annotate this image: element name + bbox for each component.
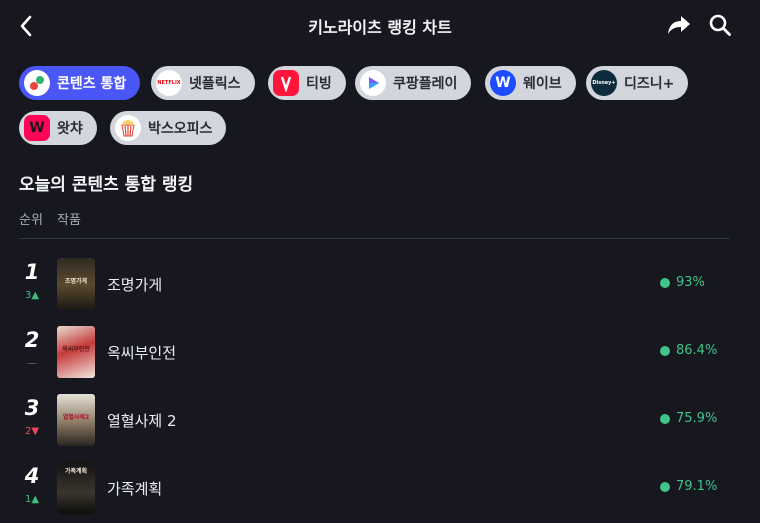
search-button[interactable] [705,10,735,40]
combined-logo-icon [24,70,50,96]
column-header-rank: 순위 [19,213,43,228]
chip-watcha[interactable]: W 왓챠 [19,111,97,145]
chip-label: 웨이브 [523,76,562,92]
title-text: 옥씨부인전 [107,344,177,362]
score-value: 79.1% [676,479,718,494]
chip-tving[interactable]: 티빙 [268,66,346,100]
title-text: 조명가게 [107,276,163,294]
share-button[interactable] [664,10,694,40]
ranking-row[interactable]: 4 1▲ 가족계획 가족계획 79.1% [19,462,730,523]
poster-thumbnail: 조명가게 [57,258,95,310]
poster-title: 열혈사제2 [62,414,90,421]
score: 86.4% [660,343,730,358]
poster-title: 가족계획 [64,468,88,475]
ranking-row[interactable]: 3 2▼ 열혈사제2 열혈사제 2 75.9% [19,394,730,458]
score-value: 75.9% [676,411,718,426]
score-value: 93% [676,275,705,290]
chip-label: 콘텐츠 통합 [57,76,127,92]
score: 93% [660,275,730,290]
poster-title: 옥씨부인전 [62,346,90,353]
rank-change: 2▼ [24,426,40,437]
chip-coupangplay[interactable]: 쿠팡플레이 [355,66,472,100]
disneyplus-logo-text: Disney+ [592,80,616,86]
chip-wavve[interactable]: W 웨이브 [485,66,576,100]
watcha-logo-icon: W [24,115,50,141]
score-dot-icon [660,277,670,288]
title-text: 가족계획 [107,480,163,498]
poster-thumbnail: 가족계획 [57,462,95,514]
page-title: 키노라이츠 랭킹 차트 [308,18,452,37]
score: 75.9% [660,411,730,426]
wavve-logo-icon: W [490,70,516,96]
boxoffice-logo-icon [115,115,141,141]
score-dot-icon [660,345,670,356]
tving-logo-icon [273,70,299,96]
title-text: 열혈사제 2 [107,412,177,430]
chip-label: 쿠팡플레이 [393,76,458,92]
chip-boxoffice[interactable]: 박스오피스 [110,111,227,145]
rank-number: 3 [24,396,40,420]
ranking-row[interactable]: 2 — 옥씨부인전 옥씨부인전 86.4% [19,326,730,390]
disneyplus-logo-icon: Disney+ [591,70,617,96]
chip-netflix[interactable]: NETFLIX 넷플릭스 [151,66,255,100]
rank-number: 1 [24,260,40,284]
score: 79.1% [660,479,730,494]
search-icon [709,14,731,36]
rank-number: 2 [24,328,40,352]
chip-disneyplus[interactable]: Disney+ 디즈니+ [586,66,689,100]
chip-label: 디즈니+ [624,76,675,92]
rank-number: 4 [24,464,40,488]
divider [19,238,730,239]
coupangplay-logo-icon [360,70,386,96]
rank-change: 1▲ [24,494,40,505]
rank-change: 3▲ [24,290,40,301]
ranking-row[interactable]: 1 3▲ 조명가게 조명가게 93% [19,258,730,322]
share-icon [668,16,690,34]
netflix-logo-icon: NETFLIX [156,70,182,96]
chip-label: 박스오피스 [148,121,213,137]
netflix-logo-text: NETFLIX [157,80,181,86]
poster-thumbnail: 열혈사제2 [57,394,95,446]
section-title: 오늘의 콘텐츠 통합 랭킹 [19,175,194,195]
chip-label: 티빙 [306,76,332,92]
chip-label: 넷플릭스 [189,76,241,92]
column-header-work: 작품 [57,213,81,228]
chip-label: 왓챠 [57,121,83,137]
score-dot-icon [660,481,670,492]
rank-change: — [27,358,37,369]
chip-combined[interactable]: 콘텐츠 통합 [19,66,141,100]
poster-thumbnail: 옥씨부인전 [57,326,95,378]
score-value: 86.4% [676,343,718,358]
top-bar: 키노라이츠 랭킹 차트 [0,0,760,52]
poster-title: 조명가게 [64,278,88,285]
score-dot-icon [660,413,670,424]
